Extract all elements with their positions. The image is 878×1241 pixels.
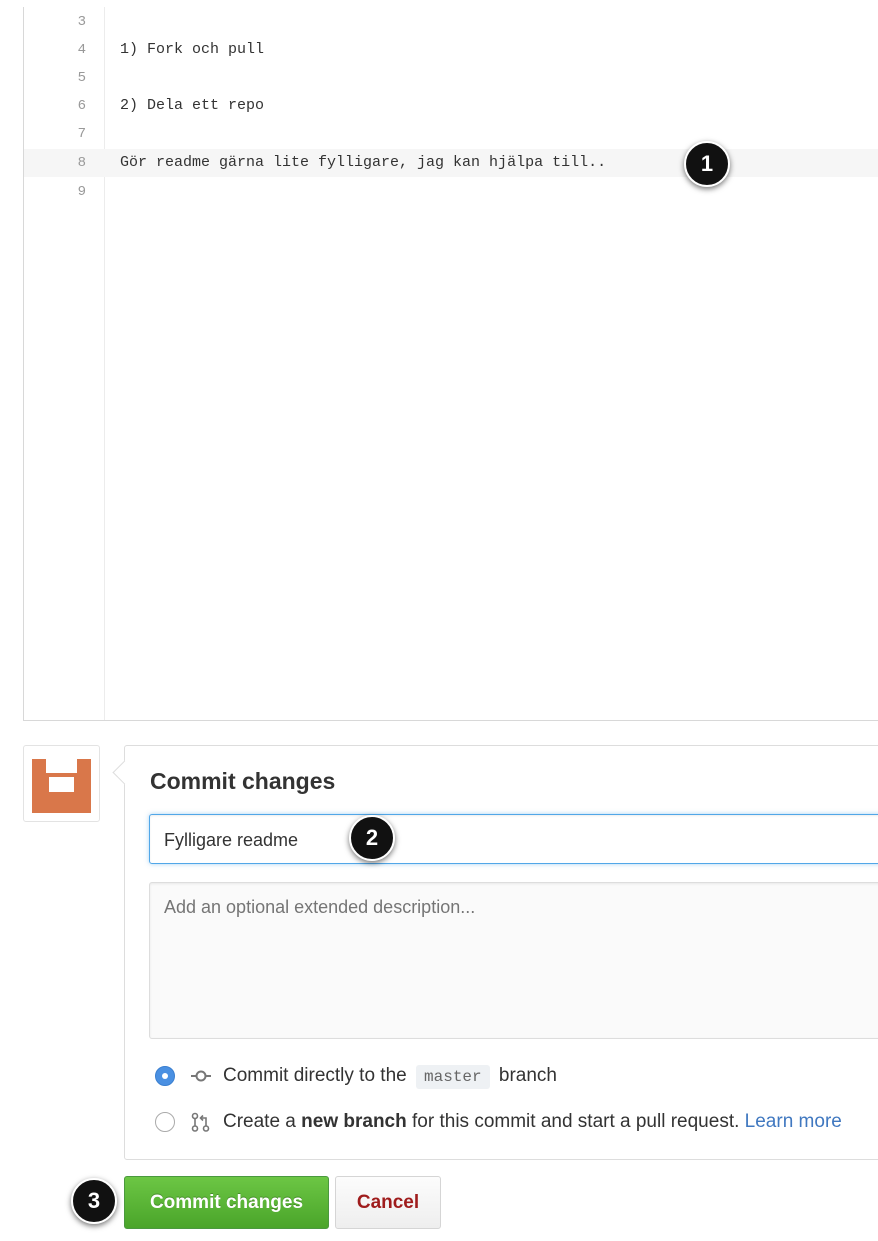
commit-description-input[interactable]	[149, 882, 878, 1039]
line-number: 8	[77, 155, 86, 171]
commit-form-title: Commit changes	[150, 768, 336, 794]
line-text: 2) Dela ett repo	[120, 97, 265, 114]
line-number: 7	[77, 126, 86, 142]
line-text: 1) Fork och pull	[120, 41, 265, 58]
new-branch-radio[interactable]	[155, 1112, 175, 1132]
commit-direct-prefix: Commit directly to the	[223, 1065, 407, 1086]
commit-changes-button[interactable]: Commit changes	[124, 1176, 329, 1229]
speech-caret	[112, 760, 137, 785]
commit-direct-label: Commit directly to the master branch	[223, 1062, 557, 1091]
file-editor[interactable]: 3 4 1) Fork och pull 5 6 2) Dela ett rep…	[23, 7, 878, 721]
editor-line[interactable]: 4 1) Fork och pull	[24, 36, 878, 64]
line-number: 3	[77, 14, 86, 30]
step-marker-3: 3	[71, 1178, 117, 1224]
new-branch-bold: new branch	[301, 1111, 407, 1132]
new-branch-label: Create a new branch for this commit and …	[223, 1108, 842, 1136]
commit-summary-value: Fylligare readme	[164, 830, 299, 850]
editor-line[interactable]: 5	[24, 64, 878, 92]
editor-line-active[interactable]: 8 Gör readme gärna lite fylligare, jag k…	[24, 149, 878, 177]
cancel-button[interactable]: Cancel	[335, 1176, 441, 1229]
git-commit-icon	[191, 1070, 211, 1082]
commit-summary-input[interactable]: Fylligare readme	[149, 814, 878, 864]
line-number: 6	[77, 98, 86, 114]
step-marker-1: 1	[684, 141, 730, 187]
new-branch-suffix: for this commit and start a pull request…	[412, 1111, 740, 1132]
line-number: 4	[77, 42, 86, 58]
identicon-avatar-icon	[29, 751, 94, 816]
editor-line[interactable]: 3	[24, 8, 878, 36]
learn-more-link[interactable]: Learn more	[745, 1111, 842, 1132]
step-marker-2: 2	[349, 815, 395, 861]
editor-line[interactable]: 6 2) Dela ett repo	[24, 92, 878, 120]
branch-name: master	[416, 1065, 490, 1089]
line-text: Gör readme gärna lite fylligare, jag kan…	[120, 154, 607, 171]
line-number: 9	[77, 184, 86, 200]
line-number: 5	[77, 70, 86, 86]
editor-line[interactable]: 7	[24, 120, 878, 148]
git-pull-request-icon	[191, 1112, 210, 1132]
commit-direct-radio[interactable]	[155, 1066, 175, 1086]
commit-form: Commit changes Fylligare readme Commit d…	[112, 745, 878, 1160]
new-branch-prefix: Create a	[223, 1111, 296, 1132]
editor-line[interactable]: 9	[24, 178, 878, 206]
commit-direct-suffix: branch	[498, 1065, 558, 1086]
avatar[interactable]	[23, 745, 100, 822]
